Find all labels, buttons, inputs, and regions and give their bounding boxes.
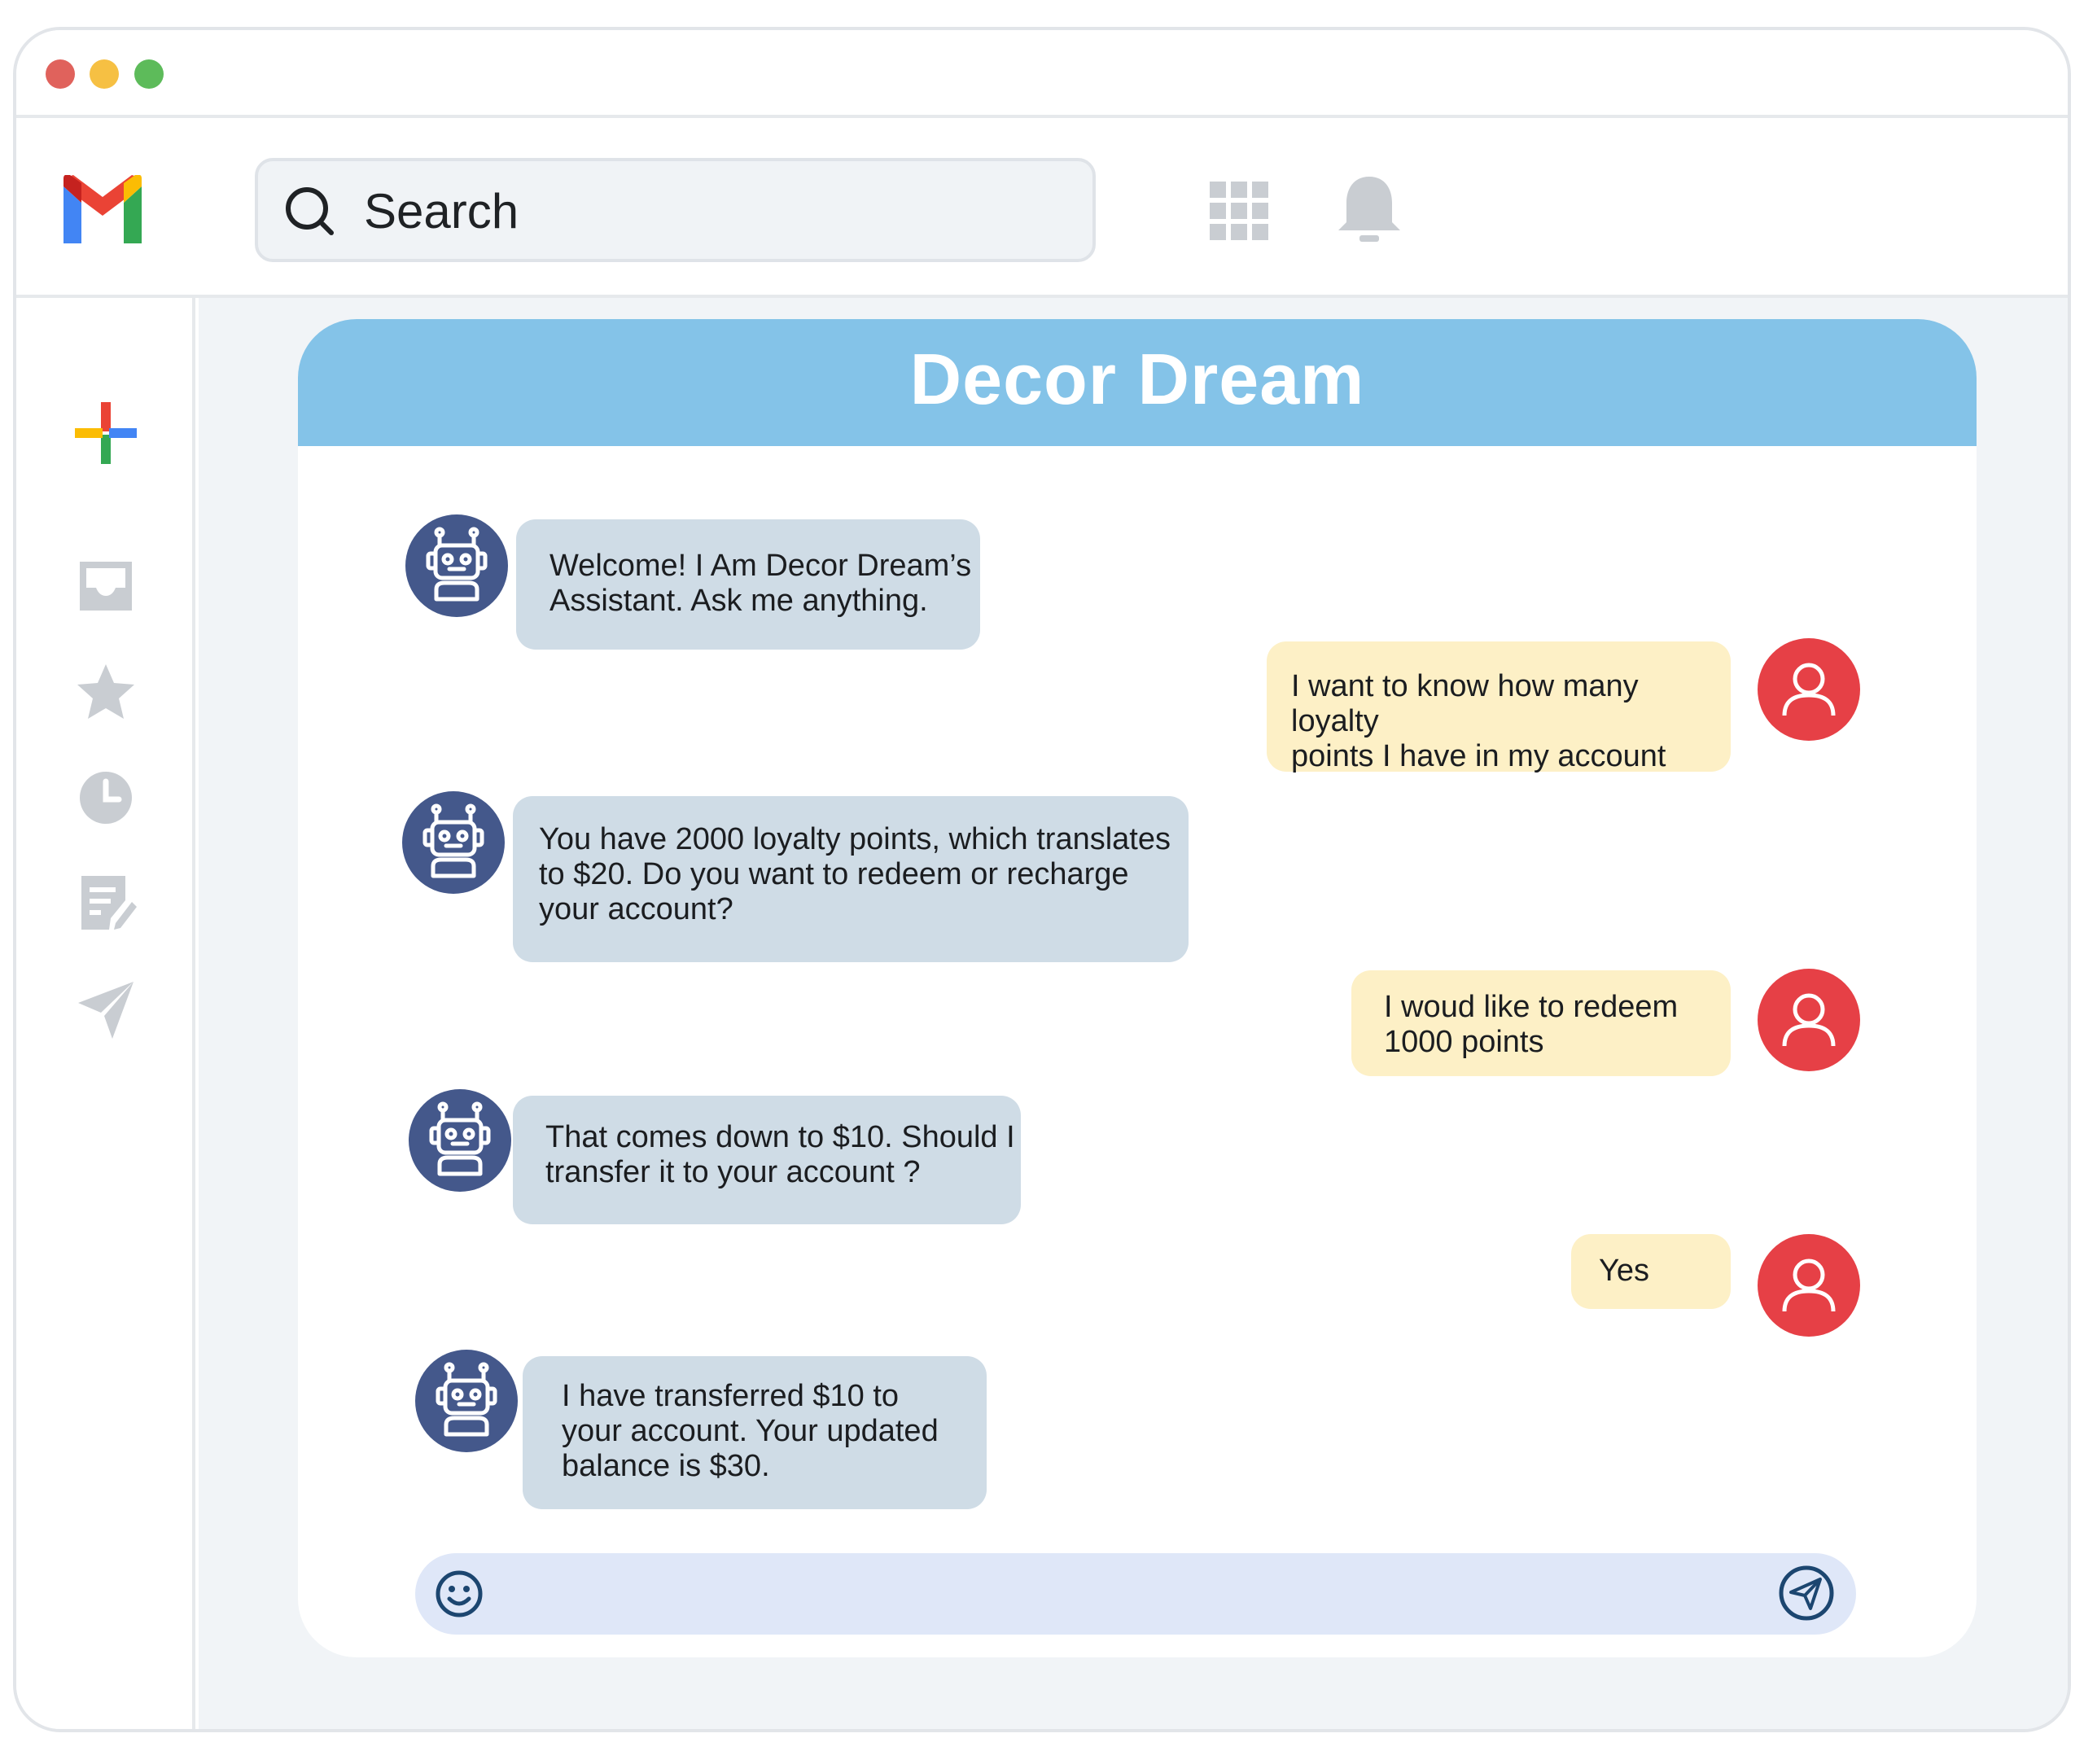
bot-message-text: Welcome! I Am Decor Dream’s Assistant. A…	[549, 549, 972, 618]
apps-grid-icon[interactable]	[1210, 182, 1268, 240]
bot-avatar	[415, 1350, 518, 1452]
user-message-bubble: I woud like to redeem 1000 points	[1351, 970, 1731, 1076]
robot-icon	[415, 1350, 518, 1452]
drafts-icon[interactable]	[75, 873, 137, 935]
user-message-text: I woud like to redeem 1000 points	[1384, 990, 1679, 1059]
message-input[interactable]	[415, 1553, 1856, 1635]
send-icon[interactable]	[75, 978, 137, 1040]
user-message-bubble: Yes	[1571, 1234, 1731, 1309]
sidebar	[16, 298, 195, 1729]
user-message-text: Yes	[1599, 1254, 1649, 1288]
gmail-logo-icon[interactable]	[57, 175, 148, 243]
bot-avatar	[405, 514, 508, 617]
chat-widget: Decor Dream Welcome! I Am Decor Dream’s …	[298, 319, 1977, 1657]
emoji-icon[interactable]	[435, 1569, 484, 1618]
plus-icon[interactable]	[75, 402, 137, 464]
bell-icon[interactable]	[1335, 173, 1403, 247]
bot-message-bubble: Welcome! I Am Decor Dream’s Assistant. A…	[516, 519, 980, 650]
user-icon	[1758, 638, 1860, 741]
inbox-icon[interactable]	[75, 555, 137, 617]
search-bar[interactable]: Search	[255, 158, 1096, 262]
bot-message-text: You have 2000 loyalty points, which tran…	[539, 822, 1171, 926]
clock-icon[interactable]	[75, 767, 137, 829]
user-icon	[1758, 1234, 1860, 1337]
bot-avatar	[409, 1089, 511, 1192]
close-window-button[interactable]	[46, 59, 75, 89]
robot-icon	[402, 791, 505, 894]
robot-icon	[409, 1089, 511, 1192]
bot-message-bubble: You have 2000 loyalty points, which tran…	[513, 796, 1189, 962]
bot-message-text: That comes down to $10. Should I transfe…	[545, 1120, 1015, 1189]
star-icon[interactable]	[75, 661, 137, 723]
top-toolbar: Search	[16, 118, 2068, 298]
user-avatar	[1758, 1234, 1860, 1337]
search-placeholder: Search	[364, 184, 519, 239]
user-message-bubble: I want to know how many loyalty points I…	[1267, 641, 1731, 773]
chat-title: Decor Dream	[909, 339, 1365, 419]
user-message-text: I want to know how many loyalty points I…	[1291, 669, 1666, 773]
minimize-window-button[interactable]	[90, 59, 119, 89]
send-plane-icon[interactable]	[1778, 1565, 1835, 1622]
robot-icon	[405, 514, 508, 617]
user-icon	[1758, 969, 1860, 1071]
user-avatar	[1758, 969, 1860, 1071]
user-avatar	[1758, 638, 1860, 741]
bot-avatar	[402, 791, 505, 894]
title-bar	[16, 30, 2068, 118]
bot-message-text: I have transferred $10 to your account. …	[562, 1379, 939, 1483]
bot-message-bubble: I have transferred $10 to your account. …	[523, 1356, 987, 1509]
search-icon	[286, 187, 334, 235]
maximize-window-button[interactable]	[134, 59, 164, 89]
bot-message-bubble: That comes down to $10. Should I transfe…	[513, 1096, 1021, 1224]
